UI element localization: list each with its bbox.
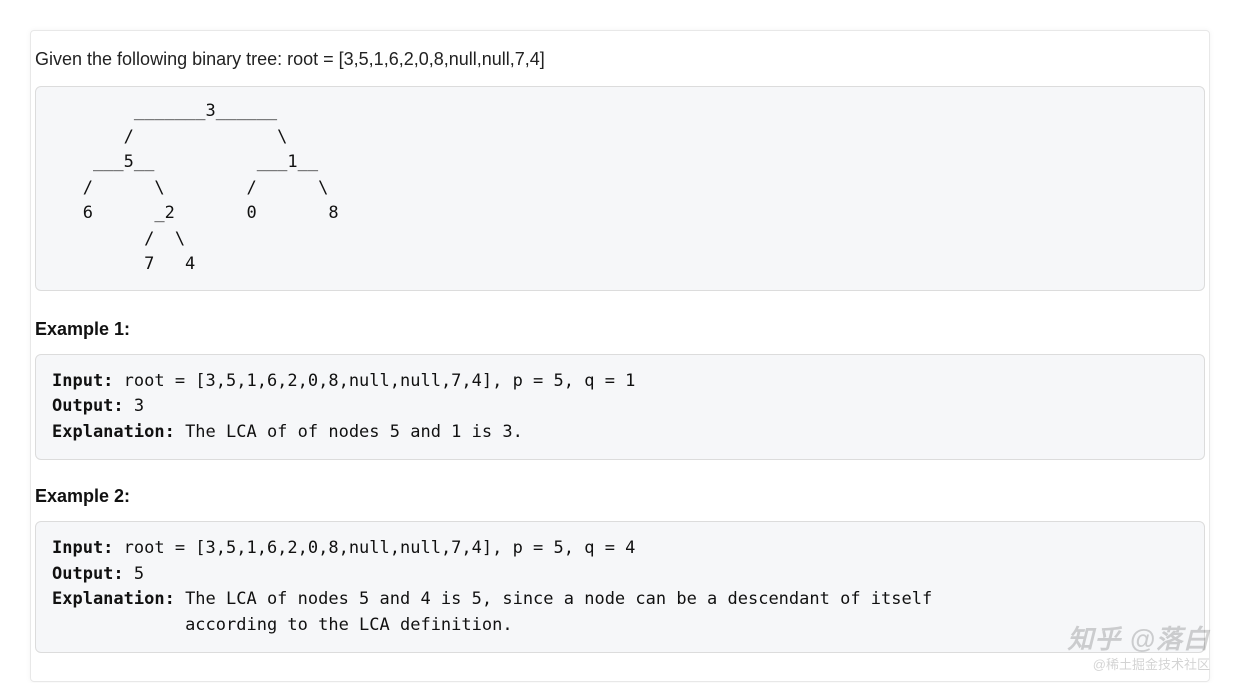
explanation-value: The LCA of nodes 5 and 4 is 5, since a n… bbox=[52, 589, 932, 635]
explanation-label: Explanation: bbox=[52, 589, 175, 609]
input-value: root = [3,5,1,6,2,0,8,null,null,7,4], p … bbox=[113, 538, 635, 558]
output-label: Output: bbox=[52, 564, 124, 584]
explanation-label: Explanation: bbox=[52, 422, 175, 442]
tree-diagram-block: _______3______ / \ ___5__ ___1__ / \ / \… bbox=[35, 86, 1205, 291]
example-1-heading: Example 1: bbox=[31, 311, 1209, 354]
output-value: 3 bbox=[124, 396, 144, 416]
example-2-heading: Example 2: bbox=[31, 478, 1209, 521]
input-label: Input: bbox=[52, 538, 113, 558]
problem-container: Given the following binary tree: root = … bbox=[30, 30, 1210, 682]
input-value: root = [3,5,1,6,2,0,8,null,null,7,4], p … bbox=[113, 371, 635, 391]
input-label: Input: bbox=[52, 371, 113, 391]
example-1-block: Input: root = [3,5,1,6,2,0,8,null,null,7… bbox=[35, 354, 1205, 461]
output-value: 5 bbox=[124, 564, 144, 584]
explanation-value: The LCA of of nodes 5 and 1 is 3. bbox=[175, 422, 523, 442]
intro-text: Given the following binary tree: root = … bbox=[31, 31, 1209, 86]
example-2-block: Input: root = [3,5,1,6,2,0,8,null,null,7… bbox=[35, 521, 1205, 653]
output-label: Output: bbox=[52, 396, 124, 416]
